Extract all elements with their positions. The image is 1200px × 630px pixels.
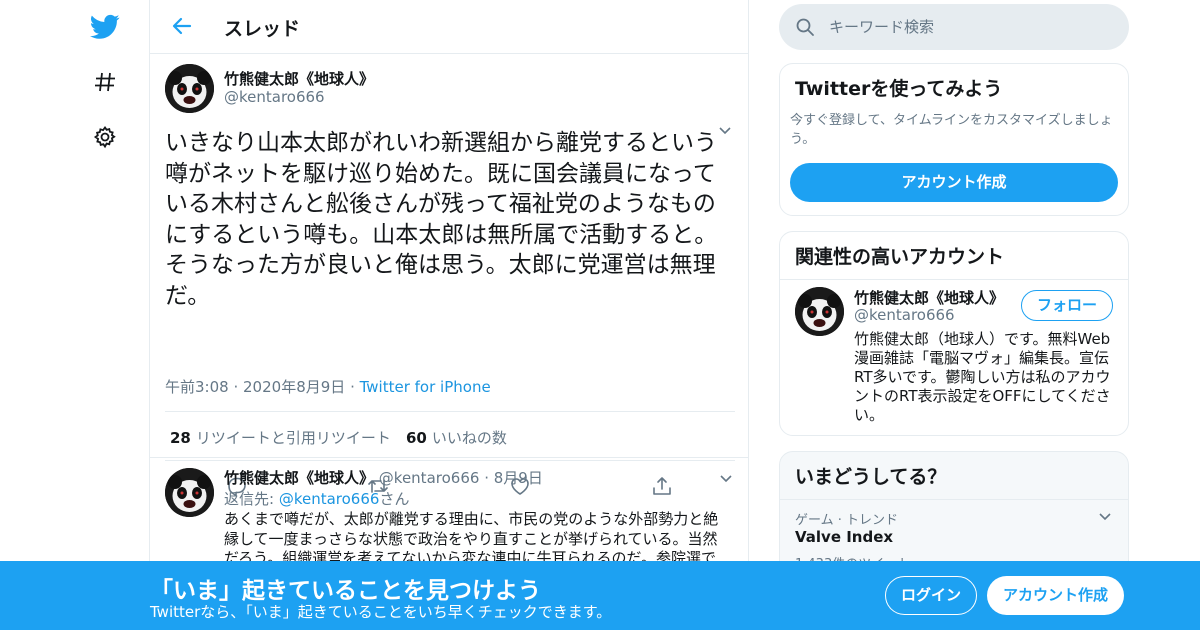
related-accounts-card: 関連性の高いアカウント 竹熊健太郎《地球人》 @kentaro666 フォロー … — [779, 231, 1129, 436]
separator-dot: · — [233, 378, 244, 396]
twitter-bird-icon[interactable] — [90, 12, 120, 42]
thread-header: スレッド — [150, 0, 748, 54]
tweet-meta: 午前3:08 · 2020年8月9日 · Twitter for iPhone — [165, 376, 491, 397]
follow-button[interactable]: フォロー — [1021, 290, 1113, 321]
bio-line: RT多いです。鬱陶しい方は私のアカウ — [854, 368, 1111, 386]
like-label: いいねの数 — [431, 429, 507, 447]
reply-to-prefix: 返信先: — [224, 490, 279, 508]
trend-category: ゲーム · トレンド — [795, 513, 899, 528]
related-card-title: 関連性の高いアカウント — [795, 246, 1005, 268]
separator-dot: · — [484, 469, 489, 487]
avatar[interactable] — [795, 287, 844, 336]
author-handle[interactable]: @kentaro666 — [224, 88, 325, 106]
signup-card-title: Twitterを使ってみよう — [795, 78, 1003, 100]
reply-text-line: あくまで噂だが、太郎が離党する理由に、市民の党のような外部勢力と絶 — [224, 510, 719, 528]
signup-card-description: 今すぐ登録して、タイムラインをカスタマイズしましょ う。 — [780, 111, 1128, 149]
tweet-source-link[interactable]: Twitter for iPhone — [360, 378, 491, 396]
settings-gear-icon[interactable] — [90, 122, 120, 152]
chevron-down-icon[interactable] — [1097, 508, 1113, 524]
bio-line: ントのRT表示設定をOFFにしてくださ — [854, 387, 1111, 405]
reply-to-handle-link[interactable]: @kentaro666 — [279, 490, 380, 508]
tweet-date[interactable]: 8月9日 — [494, 469, 543, 487]
search-input[interactable] — [829, 16, 1109, 38]
author-handle[interactable]: @kentaro666 — [379, 469, 480, 487]
reply-text-line: 縁して一度まっさらな状態で政治をやり直すことが挙げられている。当然 — [224, 529, 718, 548]
bottom-signup-bar: 「いま」起きていることを見つけよう Twitterなら、「いま」起きていることを… — [0, 561, 1200, 630]
author-name[interactable]: 竹熊健太郎《地球人》 — [224, 469, 374, 487]
avatar[interactable] — [165, 64, 214, 113]
signup-card: Twitterを使ってみよう 今すぐ登録して、タイムラインをカスタマイズしましょ… — [779, 63, 1129, 216]
thread-column: スレッド 竹熊健太郎《地球人》 @kentaro666 いきなり山本太郎がれいわ — [149, 0, 749, 630]
reply-header: 竹熊健太郎《地球人》 @kentaro666 · 8月9日 — [224, 467, 543, 488]
retweet-label: リツイートと引用リツイート — [195, 429, 391, 447]
tweet-text-line: 噂がネットを駆け巡り始めた。既に国会議員になって — [165, 160, 716, 187]
account-bio: 竹熊健太郎（地球人）です。無料Web 漫画雑誌「電脳マヴォ」編集長。宣伝 RT多… — [854, 330, 1122, 425]
chevron-down-icon[interactable] — [718, 470, 734, 486]
tweet-text-line: いきなり山本太郎がれいわ新選組から離党するという — [165, 130, 717, 156]
like-count: 60 — [406, 429, 427, 447]
back-arrow-icon[interactable] — [170, 14, 194, 38]
divider — [780, 499, 1128, 500]
tweet-text-line: にするという噂も。山本太郎は無所属で活動すると。 — [165, 221, 718, 248]
search-box — [779, 4, 1129, 50]
login-button[interactable]: ログイン — [885, 576, 977, 615]
bottom-bar-title: 「いま」起きていることを見つけよう — [150, 578, 541, 604]
search-icon — [795, 17, 815, 37]
bio-line: 竹熊健太郎（地球人）です。無料Web — [854, 330, 1111, 348]
reply-to: 返信先: @kentaro666さん — [224, 488, 409, 509]
reply-text: あくまで噂だが、太郎が離党する理由に、市民の党のような外部勢力と絶 縁して一度ま… — [224, 510, 724, 569]
tweet-time[interactable]: 午前3:08 — [165, 378, 229, 396]
tweet-stats: 28 リツイートと引用リツイート 60 いいねの数 — [165, 411, 735, 461]
page-title: スレッド — [224, 18, 301, 40]
tweet-date[interactable]: 2020年8月9日 — [243, 378, 345, 396]
tweet-text: いきなり山本太郎がれいわ新選組から離党するという 噂がネットを駆け巡り始めた。既… — [165, 128, 740, 311]
create-account-button[interactable]: アカウント作成 — [790, 163, 1118, 202]
page: スレッド 竹熊健太郎《地球人》 @kentaro666 いきなり山本太郎がれいわ — [0, 0, 1200, 630]
retweet-stat[interactable]: 28 リツイートと引用リツイート — [170, 427, 391, 448]
description-line: 今すぐ登録して、タイムラインをカスタマイズしましょ — [790, 113, 1113, 128]
tweet-text-line: そうなった方が良いと俺は思う。太郎に党運営は無理 — [165, 252, 716, 278]
author-name[interactable]: 竹熊健太郎《地球人》 — [224, 68, 374, 89]
retweet-count: 28 — [170, 429, 191, 447]
trend-topic[interactable]: Valve Index — [795, 528, 893, 546]
reply-tweet[interactable]: 竹熊健太郎《地球人》 @kentaro666 · 8月9日 返信先: @kent… — [150, 457, 748, 577]
bio-line: 漫画雑誌「電脳マヴォ」編集長。宣伝 — [854, 349, 1110, 367]
separator-dot: · — [350, 378, 360, 396]
trends-card-title: いまどうしてる？ — [795, 466, 947, 488]
like-stat[interactable]: 60 いいねの数 — [406, 427, 507, 448]
description-line: う。 — [790, 132, 816, 147]
divider — [780, 279, 1128, 280]
reply-to-suffix: さん — [379, 490, 410, 508]
hashtag-icon[interactable] — [90, 67, 120, 97]
tweet-text-line: いる木村さんと舩後さんが残って福祉党のようなもの — [165, 191, 716, 217]
account-handle[interactable]: @kentaro666 — [854, 306, 955, 324]
signup-button[interactable]: アカウント作成 — [987, 576, 1124, 615]
bottom-bar-subtitle: Twitterなら、「いま」起きていることをいち早くチェックできます。 — [150, 603, 612, 621]
account-name[interactable]: 竹熊健太郎《地球人》 — [854, 287, 1004, 308]
bio-line: い。 — [854, 406, 885, 424]
tweet-text-line: だ。 — [165, 282, 211, 309]
avatar[interactable] — [165, 468, 214, 517]
